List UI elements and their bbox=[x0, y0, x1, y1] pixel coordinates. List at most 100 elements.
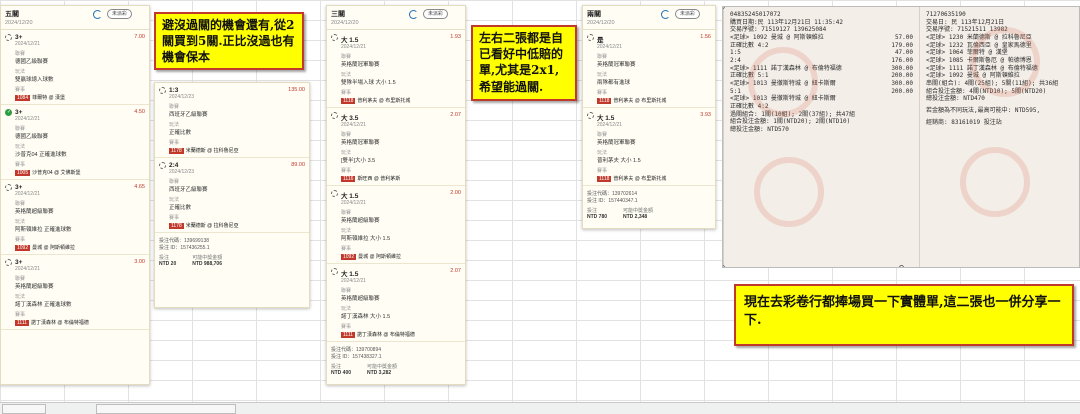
bet-date: 2024/12/21 bbox=[15, 266, 41, 272]
ticket-line: 04835245017072 bbox=[730, 11, 913, 19]
pending-circle-icon bbox=[5, 34, 12, 41]
event-match: 1118 普利茅夫 @ 布里斯托城 bbox=[587, 97, 711, 104]
ticket-amount: 200.00 bbox=[891, 87, 913, 95]
settlement-status-button[interactable]: 未派彩 bbox=[423, 9, 449, 19]
market-label: 玩法 bbox=[341, 228, 352, 234]
event-label: 賽事 bbox=[341, 324, 352, 330]
refresh-icon[interactable] bbox=[661, 10, 670, 19]
league-label: 聯賽 bbox=[597, 54, 608, 60]
bet-selection: 3+ bbox=[5, 34, 145, 41]
ticket-line: 交易序號: 71519127 139625084 bbox=[730, 26, 913, 34]
event-label: 賽事 bbox=[15, 87, 26, 93]
event-teams: 普利茅夫 @ 布里斯托城 bbox=[613, 176, 667, 182]
ticket-footer: 經銷商: 83161019 投注站 bbox=[926, 118, 1002, 126]
bet-selection: 是 bbox=[587, 34, 711, 44]
stake-label: 投注 bbox=[331, 364, 342, 370]
event-label: 賽事 bbox=[341, 90, 352, 96]
selection-label: 1:3 bbox=[169, 87, 179, 94]
event-code: 1118 bbox=[597, 98, 612, 104]
bet-odds: 1.56 bbox=[700, 34, 711, 40]
ticket-amount: 47.00 bbox=[894, 49, 913, 57]
payout-value: NTD 988,706 bbox=[192, 261, 222, 267]
market-value: 諾丁漢森林 正確進球數 bbox=[15, 302, 72, 308]
event-code: 1111 bbox=[15, 320, 30, 326]
league-label: 聯賽 bbox=[341, 210, 352, 216]
event-label: 賽事 bbox=[169, 215, 180, 221]
panel-footer: 投注代碼：139699138 投注 ID：157436255.1 投注 NTD 2… bbox=[155, 233, 309, 271]
ticket-line: 71270635190 bbox=[926, 11, 1075, 19]
ticket-amount: 179.00 bbox=[891, 41, 913, 49]
panel-header: 兩關 2024/12/20 未派彩 bbox=[583, 6, 715, 30]
bet-leg: 2:4 2024/12/23 89.00 聯賽 西班牙乙級聯賽 玩法 正確比數 賽事 1178 米… bbox=[155, 158, 309, 233]
bet-leg: 3+2024/12/214.50聯賽德國乙級聯賽玩法沙普克04 正確進球數賽事1… bbox=[1, 105, 149, 180]
horizontal-scrollbar[interactable] bbox=[96, 404, 236, 414]
watermark-stamp bbox=[748, 47, 818, 117]
refresh-icon[interactable] bbox=[409, 10, 418, 19]
bet-date: 2024/12/21 bbox=[597, 122, 623, 128]
sheet-tab[interactable] bbox=[2, 404, 46, 414]
pending-circle-icon bbox=[159, 162, 166, 169]
league-value: 英格蘭冠軍聯賽 bbox=[597, 140, 636, 146]
ticket-amount: 57.00 bbox=[894, 34, 913, 42]
resize-handle[interactable] bbox=[899, 265, 904, 267]
panel-date: 2024/12/20 bbox=[587, 20, 615, 26]
pending-circle-icon bbox=[331, 112, 338, 119]
league-label: 聯賽 bbox=[15, 126, 26, 132]
ticket-amount: 176.00 bbox=[891, 57, 913, 65]
selection-label: 3+ bbox=[15, 184, 23, 191]
bet-odds: 7.00 bbox=[134, 34, 145, 40]
watermark-stamp bbox=[970, 27, 1040, 97]
league-value: 英格蘭冠軍聯賽 bbox=[341, 140, 380, 146]
league-label: 聯賽 bbox=[169, 104, 180, 110]
selection-label: 大 1.5 bbox=[341, 37, 359, 44]
event-teams: 斯旺西 @ 普利茅斯 bbox=[357, 176, 401, 182]
event-code: 1116 bbox=[341, 176, 356, 182]
event-code: 1178 bbox=[169, 148, 184, 154]
bet-leg: 大 3.5 2024/12/21 2.07 聯賽 英格蘭冠軍聯賽 玩法 [雙半]大小 3.5… bbox=[327, 108, 465, 186]
watermark-stamp bbox=[754, 157, 824, 227]
ticket-text: 2:4 bbox=[730, 57, 741, 65]
ticket-text: 組合投注金額: 1關(NTD20); 2關(NTD10) bbox=[730, 118, 851, 126]
bet-selection: 1:3 bbox=[159, 87, 305, 94]
settlement-status-button[interactable]: 未派彩 bbox=[675, 9, 701, 19]
selection-label: 是 bbox=[597, 37, 604, 44]
bet-odds: 3.93 bbox=[700, 112, 711, 118]
event-code: 1111 bbox=[341, 332, 356, 338]
market-label: 玩法 bbox=[341, 72, 352, 78]
league-value: 英格蘭超級聯賽 bbox=[341, 296, 380, 302]
refresh-icon[interactable] bbox=[93, 10, 102, 19]
resize-handle[interactable] bbox=[723, 265, 725, 267]
settlement-status-button[interactable]: 未派彩 bbox=[107, 9, 133, 19]
bet-code: 投注代碼：139699138 bbox=[159, 238, 210, 244]
ticket-line: 組合投注金額: 1關(NTD20); 2關(NTD10) bbox=[730, 118, 913, 126]
bet-odds: 1.93 bbox=[450, 34, 461, 40]
note-low-odds[interactable]: 左右二張都是自已看好中低賠的單,尤其是2x1,希望能過關. bbox=[471, 25, 577, 101]
event-match: 1116 斯旺西 @ 普利茅斯 bbox=[331, 175, 461, 182]
pending-circle-icon bbox=[159, 87, 166, 94]
event-label: 賽事 bbox=[169, 140, 180, 146]
ticket-amount: 200.00 bbox=[891, 72, 913, 80]
market-label: 玩法 bbox=[15, 144, 26, 150]
bet-odds: 2.07 bbox=[450, 112, 461, 118]
event-label: 賽事 bbox=[15, 162, 26, 168]
selection-label: 大 1.5 bbox=[597, 115, 615, 122]
lottery-ticket-photo[interactable]: 04835245017072 購買日期:民 113年12月21日 11:35:42… bbox=[722, 6, 1080, 268]
event-match: 1111 諾丁漢森林 @ 布倫特福德 bbox=[5, 319, 145, 326]
pending-circle-icon bbox=[587, 112, 594, 119]
market-value: 兩隊都有進球 bbox=[597, 80, 631, 86]
bet-code: 投注代碼：139702614 bbox=[587, 191, 638, 197]
league-value: 德國乙級聯賽 bbox=[15, 134, 49, 140]
market-label: 玩法 bbox=[341, 150, 352, 156]
note-strategy[interactable]: 避沒過關的機會還有,從2關買到5關.正比沒過也有機會保本 bbox=[154, 12, 304, 70]
bet-odds: 2.07 bbox=[450, 268, 461, 274]
bet-selection: 大 3.5 bbox=[331, 112, 461, 122]
market-value: 雙贏球總入球數 bbox=[15, 77, 54, 83]
event-label: 賽事 bbox=[15, 237, 26, 243]
pending-circle-icon bbox=[331, 190, 338, 197]
bet-selection: 3+ bbox=[5, 109, 145, 116]
pending-circle-icon bbox=[331, 268, 338, 275]
note-physical-tickets[interactable]: 現在去彩卷行都捧場買一下實體單,這二張也一併分享一下. bbox=[734, 284, 1074, 346]
ticket-line: <足球> 1092 曼城 @ 阿斯頓維拉 57.00 bbox=[730, 34, 913, 42]
league-value: 英格蘭冠軍聯賽 bbox=[597, 62, 636, 68]
event-match: 1092 曼城 @ 阿斯頓維拉 bbox=[331, 253, 461, 260]
